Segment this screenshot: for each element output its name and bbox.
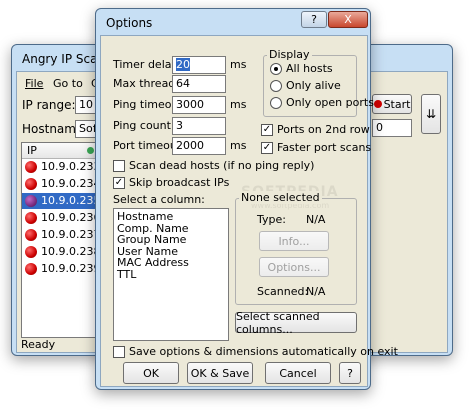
menu-goto[interactable]: Go to [53, 77, 83, 90]
radio-only-alive[interactable] [270, 80, 282, 92]
column-options-label: Options... [267, 260, 321, 274]
dead-host-icon [25, 212, 37, 224]
port-timeout-input[interactable]: 2000 [172, 137, 226, 155]
ip-cell: 10.9.0.239 [41, 262, 101, 275]
info-button-label: Info... [278, 234, 310, 248]
ip-cell: 10.9.0.234 [41, 177, 101, 190]
timer-delay-value: 20 [176, 58, 190, 71]
menu-file[interactable]: File [25, 77, 43, 90]
ip-column-label: IP [27, 144, 37, 157]
threads-button[interactable]: ⇊ [421, 94, 441, 134]
ports-2nd-row-label[interactable]: Ports on 2nd row [277, 123, 370, 136]
dead-host-icon [25, 229, 37, 241]
select-scanned-columns-label: Select scanned columns... [236, 309, 320, 336]
ok-button[interactable]: OK [123, 362, 179, 384]
ping-count-input[interactable]: 3 [172, 117, 226, 135]
close-icon: X [344, 13, 352, 26]
save-options-checkbox[interactable] [113, 346, 125, 358]
faster-port-scans-label[interactable]: Faster port scans [277, 141, 371, 154]
ip-column-indicator-icon [87, 147, 94, 154]
skip-broadcast-label[interactable]: Skip broadcast IPs [129, 176, 229, 189]
cancel-button[interactable]: Cancel [265, 362, 331, 384]
main-window-title: Angry IP Sca [22, 52, 98, 66]
radio-only-open-ports[interactable] [270, 97, 282, 109]
dead-host-icon [25, 161, 37, 173]
ports-2nd-row-checkbox[interactable]: ✓ [261, 124, 273, 136]
skip-broadcast-checkbox[interactable]: ✓ [113, 177, 125, 189]
max-threads-input[interactable]: 64 [172, 75, 226, 93]
select-scanned-columns-button[interactable]: Select scanned columns... [235, 309, 357, 336]
start-button[interactable]: Start [372, 94, 412, 114]
threads-icon: ⇊ [425, 107, 437, 121]
ip-cell: 10.9.0.236 [41, 211, 101, 224]
ok-save-button[interactable]: OK & Save [187, 362, 253, 384]
status-text: Ready [21, 338, 56, 351]
options-title: Options [106, 16, 153, 30]
ip-list: IP 10.9.0.233 10.9.0.234 10.9.0.235 10.9.0.… [21, 142, 101, 338]
ok-save-label: OK & Save [190, 366, 250, 380]
type-label: Type: [257, 213, 286, 226]
cancel-label: Cancel [279, 366, 317, 380]
column-item-group-name[interactable]: Group Name [117, 234, 225, 246]
ok-label: OK [143, 366, 159, 380]
ip-range-label: IP range: [22, 98, 76, 112]
table-row[interactable]: 10.9.0.233 [22, 159, 101, 175]
threads-field[interactable]: 0 [372, 119, 412, 137]
column-item-mac-address[interactable]: MAC Address [117, 257, 225, 269]
dead-host-icon [25, 246, 37, 258]
dead-host-icon [25, 178, 37, 190]
display-group-title: Display [267, 48, 312, 61]
select-column-label: Select a column: [113, 193, 205, 206]
scanned-label: Scanned: [257, 285, 309, 298]
table-row[interactable]: 10.9.0.236 [22, 210, 101, 226]
ip-cell: 10.9.0.238 [41, 245, 101, 258]
none-selected-title: None selected [239, 191, 322, 204]
ip-cell: 10.9.0.235 [41, 194, 101, 207]
table-row[interactable]: 10.9.0.237 [22, 227, 101, 243]
title-close-button[interactable]: X [328, 11, 368, 28]
scan-dead-hosts-checkbox[interactable] [113, 160, 125, 172]
help-label: ? [347, 366, 353, 380]
timer-delay-unit: ms [230, 58, 247, 71]
scan-dead-hosts-label[interactable]: Scan dead hosts (if no ping reply) [129, 159, 314, 172]
radio-only-open-ports-label[interactable]: Only open ports [286, 96, 374, 109]
radio-all-hosts-label[interactable]: All hosts [286, 62, 333, 75]
timer-delay-input[interactable]: 20 [172, 56, 226, 74]
ip-cell: 10.9.0.237 [41, 228, 101, 241]
table-row[interactable]: 10.9.0.239 [22, 261, 101, 277]
info-button[interactable]: Info... [259, 231, 329, 251]
radio-only-alive-label[interactable]: Only alive [286, 79, 341, 92]
ping-count-label: Ping count: [113, 119, 175, 132]
start-icon [373, 100, 382, 108]
timer-delay-label: Timer delay: [113, 58, 181, 71]
ping-timeout-unit: ms [230, 98, 247, 111]
help-button[interactable]: ? [339, 362, 361, 384]
dead-host-icon [25, 195, 37, 207]
faster-port-scans-checkbox[interactable]: ✓ [261, 142, 273, 154]
radio-all-hosts[interactable] [270, 63, 282, 75]
table-row[interactable]: 10.9.0.234 [22, 176, 101, 192]
column-options-button[interactable]: Options... [259, 257, 329, 277]
options-client: SOFTPEDIA www.softpedia.com Timer delay:… [100, 35, 398, 387]
ip-cell: 10.9.0.233 [41, 160, 101, 173]
table-row[interactable]: 10.9.0.235 [22, 193, 101, 209]
column-item-hostname[interactable]: Hostname [117, 211, 225, 223]
title-help-button[interactable]: ? [301, 11, 327, 28]
title-help-label: ? [311, 13, 317, 26]
column-item-ttl[interactable]: TTL [117, 268, 225, 281]
start-label: Start [383, 97, 411, 111]
column-list[interactable]: Hostname Comp. Name Group Name User Name… [113, 208, 229, 341]
port-timeout-unit: ms [230, 139, 247, 152]
dead-host-icon [25, 263, 37, 275]
ping-timeout-input[interactable]: 3000 [172, 96, 226, 114]
scanned-value: N/A [306, 285, 326, 298]
table-row[interactable]: 10.9.0.238 [22, 244, 101, 260]
ip-column-header[interactable]: IP [22, 143, 98, 159]
save-options-label[interactable]: Save options & dimensions automatically … [129, 345, 398, 358]
options-dialog: Options ? X SOFTPEDIA www.softpedia.com … [95, 8, 398, 390]
type-value: N/A [306, 213, 326, 226]
